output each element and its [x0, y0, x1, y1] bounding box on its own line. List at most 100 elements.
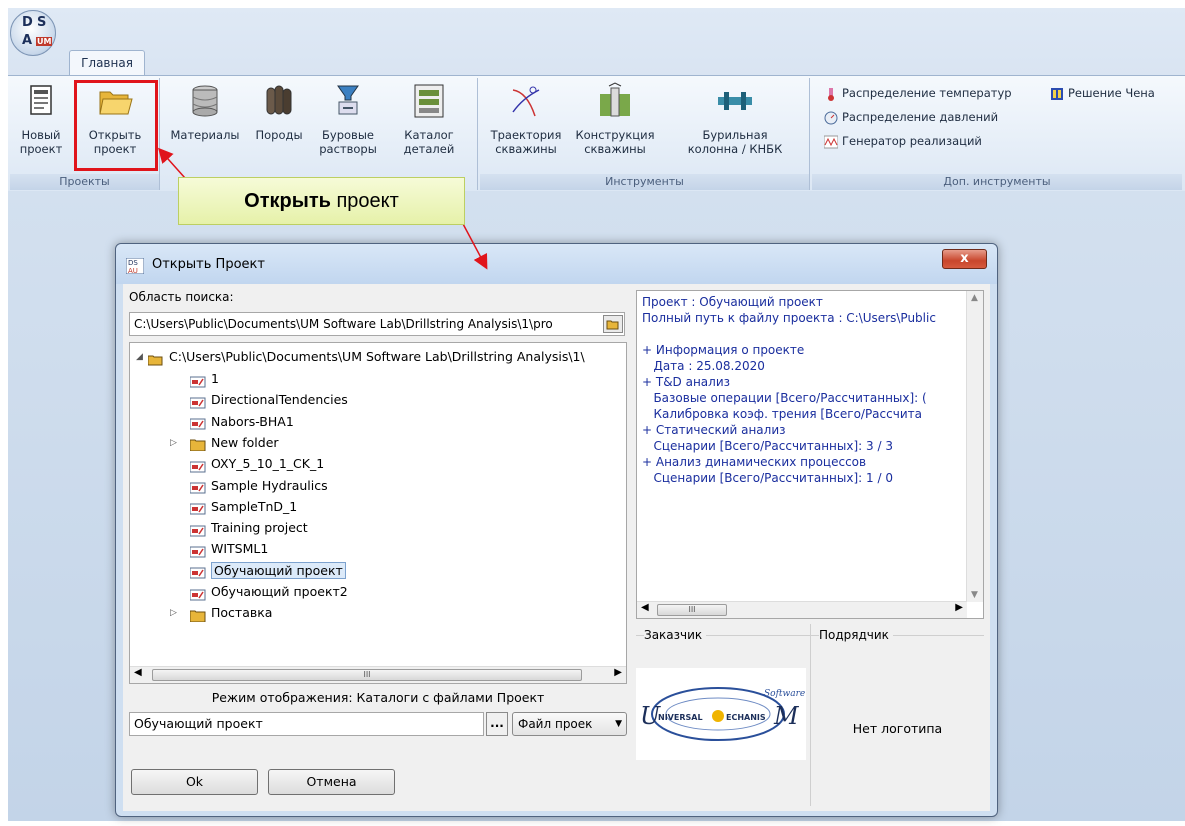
project-file-icon	[189, 374, 206, 387]
new-project-button[interactable]: Новый проект	[12, 82, 70, 156]
tree-project-item[interactable]: Training project	[189, 518, 308, 538]
materials-label: Материалы	[170, 128, 240, 142]
ok-button[interactable]: Ok	[131, 769, 258, 795]
info-scroll-thumb[interactable]: III	[657, 604, 727, 616]
group-tools-label: Инструменты	[480, 174, 809, 190]
tree-folder-item[interactable]: Поставка	[189, 603, 273, 623]
svg-text:DS: DS	[128, 259, 138, 267]
drilling-fluids-button[interactable]: Буровые растворы	[310, 82, 386, 156]
thermometer-icon	[824, 87, 838, 101]
callout-bold-text: Открыть	[244, 190, 331, 212]
dialog-titlebar[interactable]: DS AU Открыть Проект x	[116, 244, 997, 284]
well-trajectory-label-1: Траектория	[490, 128, 562, 142]
well-construction-button[interactable]: Конструкция скважины	[572, 82, 658, 156]
group-extra-tools-label: Доп. инструменты	[812, 174, 1182, 190]
tree-horizontal-scrollbar[interactable]: ◀ III ▶	[130, 666, 626, 683]
tree-item-label: Nabors-BHA1	[211, 413, 294, 429]
info-line: Дата : 25.08.2020	[642, 359, 765, 373]
dialog-title: Открыть Проект	[152, 257, 265, 272]
chevron-down-icon: ▼	[615, 719, 622, 729]
tree-item-label: New folder	[211, 434, 279, 450]
tree-project-item[interactable]: OXY_5_10_1_CK_1	[189, 454, 325, 474]
info-scroll-right-icon[interactable]: ▶	[955, 602, 963, 613]
tree-item-label: Поставка	[211, 605, 273, 621]
logo-letter-d: D	[22, 15, 33, 30]
group-tools: Траектория скважины Конструкция скважины…	[480, 78, 810, 190]
tree-project-item[interactable]: Обучающий проект2	[189, 582, 348, 602]
tree-root[interactable]: C:\Users\Public\Documents\UM Software La…	[147, 347, 585, 367]
tree-project-item[interactable]: DirectionalTendencies	[189, 390, 348, 410]
tree-project-item[interactable]: Обучающий проект	[189, 561, 346, 581]
drill-string-label-1: Бурильная	[702, 128, 768, 142]
info-vertical-scrollbar[interactable]: ▲ ▼	[966, 291, 983, 602]
file-name-input[interactable]: Обучающий проект	[129, 712, 484, 736]
logo-letter-s: S	[37, 15, 47, 30]
folder-expander-icon[interactable]: ▷	[170, 608, 177, 618]
project-tree[interactable]: C:\Users\Public\Documents\UM Software La…	[129, 342, 627, 684]
drill-string-button[interactable]: Бурильная колонна / КНБК	[680, 82, 790, 156]
logo-letter-a: A	[22, 33, 33, 48]
chen-solution-button[interactable]: Решение Чена	[1050, 86, 1155, 101]
ellipsis-button[interactable]: ...	[486, 712, 508, 736]
file-type-select[interactable]: Файл проек ▼	[512, 712, 627, 736]
search-path-input[interactable]: C:\Users\Public\Documents\UM Software La…	[129, 312, 625, 336]
catalog-icon	[410, 82, 448, 120]
tree-item-label: Sample Hydraulics	[211, 477, 328, 493]
ribbon-body: Новый проект Открыть проект Проекты Мате…	[8, 75, 1185, 191]
group-projects-label: Проекты	[10, 174, 159, 190]
open-project-callout: Открыть проект	[178, 177, 465, 225]
scroll-up-arrow-icon[interactable]: ▲	[971, 293, 978, 303]
temp-distribution-button[interactable]: Распределение температур	[824, 86, 1012, 101]
chen-solution-icon	[1050, 87, 1064, 101]
parts-catalog-button[interactable]: Каталог деталей	[388, 82, 470, 156]
tab-home[interactable]: Главная	[69, 50, 145, 76]
browse-folder-button[interactable]	[603, 315, 623, 333]
tree-project-item[interactable]: SampleTnD_1	[189, 497, 298, 517]
trajectory-icon	[507, 82, 545, 120]
app-menu-button[interactable]: D S A UM	[10, 10, 56, 56]
folder-expander-icon[interactable]: ▷	[170, 438, 177, 448]
materials-button[interactable]: Материалы	[168, 82, 242, 142]
realization-generator-button[interactable]: Генератор реализаций	[823, 134, 982, 149]
tree-project-item[interactable]: 1	[189, 369, 219, 389]
folder-icon	[189, 437, 206, 452]
tree-folder-item[interactable]: New folder	[189, 433, 279, 453]
new-project-icon	[22, 82, 60, 120]
tree-item-label: WITSML1	[211, 541, 269, 557]
project-file-icon	[189, 459, 206, 473]
info-scroll-left-icon[interactable]: ◀	[641, 602, 649, 613]
customer-logo: Software U NIVERSAL ECHANIS M	[636, 668, 806, 760]
scroll-left-arrow-icon[interactable]: ◀	[134, 667, 142, 678]
scroll-right-arrow-icon[interactable]: ▶	[614, 667, 622, 678]
temp-distribution-label: Распределение температур	[842, 86, 1012, 100]
tree-item-label: Training project	[211, 520, 308, 536]
tree-scroll-thumb[interactable]: III	[152, 669, 582, 681]
parts-catalog-label-2: деталей	[403, 142, 455, 156]
tree-item-label: 1	[211, 371, 219, 386]
tree-project-item[interactable]: Nabors-BHA1	[189, 412, 294, 432]
realization-generator-label: Генератор реализаций	[842, 134, 982, 148]
tree-item-label: Обучающий проект2	[211, 584, 348, 599]
tree-item-label: Обучающий проект	[211, 561, 346, 579]
tree-project-item[interactable]: Sample Hydraulics	[189, 476, 328, 496]
tree-item-label: OXY_5_10_1_CK_1	[211, 456, 325, 472]
scroll-down-arrow-icon[interactable]: ▼	[971, 590, 978, 600]
dialog-client: Область поиска: C:\Users\Public\Document…	[123, 284, 990, 811]
close-button[interactable]: x	[942, 249, 987, 269]
well-trajectory-button[interactable]: Траектория скважины	[486, 82, 566, 156]
pressure-distribution-button[interactable]: Распределение давлений	[824, 110, 998, 125]
rocks-button[interactable]: Породы	[248, 82, 310, 142]
tree-project-item[interactable]: WITSML1	[189, 539, 269, 559]
contractor-label: Подрядчик	[819, 628, 893, 642]
tree-root-expander-icon[interactable]: ◢	[136, 352, 143, 362]
drill-string-icon	[716, 82, 754, 120]
cancel-button[interactable]: Отмена	[268, 769, 395, 795]
funnel-beaker-icon	[329, 82, 367, 120]
open-folder-icon	[147, 352, 164, 365]
signal-chart-icon	[823, 135, 839, 149]
rocks-label: Породы	[255, 128, 303, 142]
tree-item-label: SampleTnD_1	[211, 498, 298, 514]
svg-text:AU: AU	[128, 267, 138, 274]
project-info-panel[interactable]: Проект : Обучающий проект Полный путь к ф…	[636, 290, 984, 619]
info-horizontal-scrollbar[interactable]: ◀ III ▶	[637, 601, 967, 618]
